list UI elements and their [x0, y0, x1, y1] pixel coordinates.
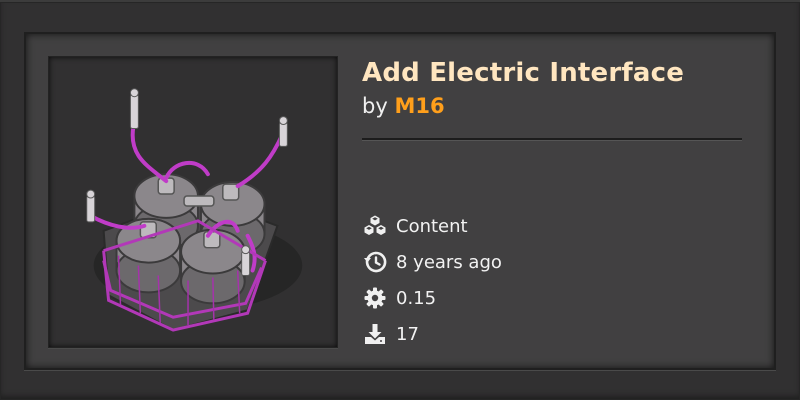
meta-downloads: 17: [362, 316, 502, 352]
meta-version-label: 0.15: [396, 287, 437, 309]
history-icon: [362, 250, 388, 274]
mod-title[interactable]: Add Electric Interface: [362, 56, 742, 90]
meta-updated: 8 years ago: [362, 244, 502, 280]
author-link[interactable]: M16: [394, 94, 444, 118]
meta-downloads-label: 17: [396, 323, 419, 345]
meta-updated-label: 8 years ago: [396, 251, 502, 273]
meta-version: 0.15: [362, 280, 502, 316]
divider: [362, 138, 742, 141]
mod-card[interactable]: Add Electric Interface by M16 Content 8 …: [24, 32, 776, 370]
mod-info: Add Electric Interface by M16: [362, 56, 742, 141]
electric-interface-structure-image: [86, 88, 303, 332]
gear-icon: [362, 286, 388, 310]
mod-byline: by M16: [362, 92, 742, 120]
mod-thumbnail[interactable]: [48, 56, 338, 348]
by-prefix: by: [362, 94, 388, 118]
download-icon: [362, 322, 388, 346]
mod-meta-list: Content 8 years ago 0.15 17: [362, 208, 502, 352]
mod-card-frame: Add Electric Interface by M16 Content 8 …: [0, 0, 800, 400]
meta-category: Content: [362, 208, 502, 244]
meta-category-label: Content: [396, 215, 468, 237]
cubes-icon: [362, 214, 388, 238]
